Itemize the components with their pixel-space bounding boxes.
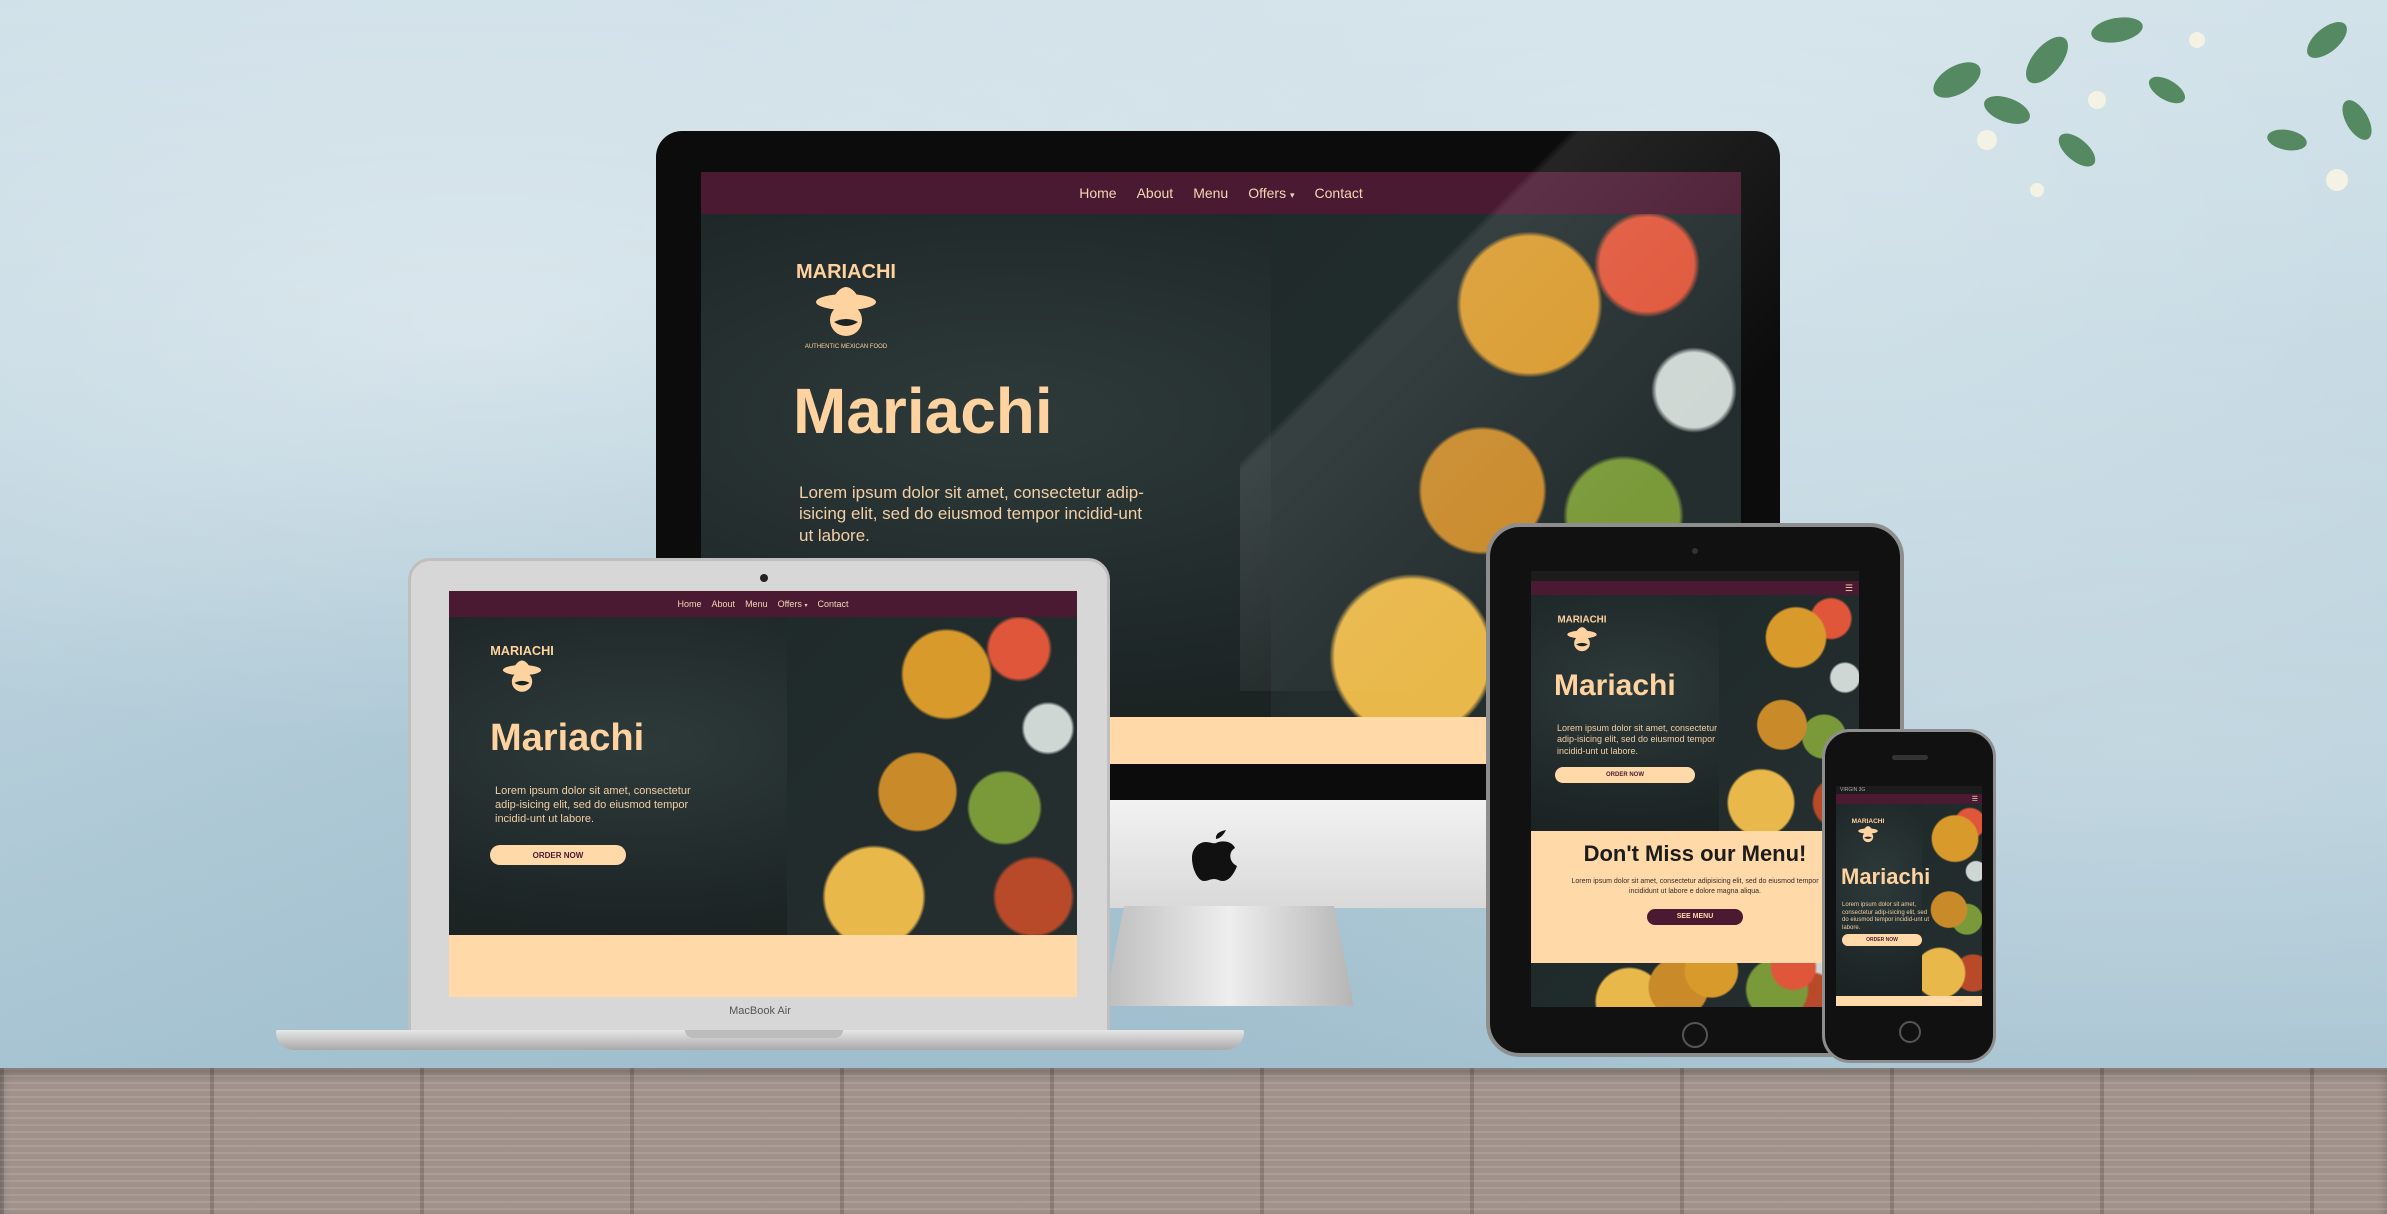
home-button-icon[interactable] (1682, 1022, 1708, 1048)
main-nav: Home About Menu Offers ▾ Contact (449, 591, 1077, 617)
brand-title: Mariachi (793, 375, 1053, 447)
order-now-button[interactable]: ORDER NOW (1555, 767, 1695, 783)
nav-contact[interactable]: Contact (817, 599, 848, 609)
hero-lede: Lorem ipsum dolor sit amet, consectetur … (495, 785, 691, 825)
laptop-label: MacBook Air (729, 1005, 791, 1017)
status-bar: VIRGIN 3G (1836, 786, 1982, 794)
nav-menu[interactable]: Menu (1193, 185, 1228, 201)
status-bar (1531, 571, 1859, 581)
phone-screen: VIRGIN 3G ☰ MARIACHI Mariachi Lorem ipsu… (1836, 786, 1982, 1006)
nav-offers[interactable]: Offers ▾ (778, 599, 808, 609)
hero-lede: Lorem ipsum dolor sit amet, consectetur … (1557, 723, 1718, 756)
imac-stand (1104, 906, 1354, 1006)
hero-section: MARIACHI Mariachi Lorem ipsum dolor sit … (449, 617, 1077, 935)
chevron-down-icon: ▾ (1289, 190, 1295, 200)
offer-section: Don't Miss our Menu! Lorem ipsum dolor s… (1531, 831, 1859, 963)
mariachi-logo: MARIACHI AUTHENTIC MEXICAN FOOD (796, 261, 896, 350)
order-now-button[interactable]: ORDER NOW (490, 845, 626, 865)
see-menu-button[interactable]: SEE MENU (1647, 908, 1743, 925)
svg-text:MARIACHI: MARIACHI (1558, 615, 1607, 626)
food-image (1922, 804, 1982, 996)
svg-text:MARIACHI: MARIACHI (490, 643, 554, 658)
mariachi-logo: MARIACHI (490, 643, 554, 692)
apple-icon (1192, 830, 1237, 881)
mariachi-logo: MARIACHI (1558, 615, 1607, 652)
main-nav: Home About Menu Offers ▾ Contact (701, 172, 1741, 214)
offer-title: Don't Miss our Menu! (1583, 841, 1807, 866)
food-image (787, 617, 1077, 935)
brand-title: Mariachi (490, 717, 645, 759)
hero-lede: Lorem ipsum dolor sit amet, consectetur … (799, 483, 1144, 545)
laptop-screen: Home About Menu Offers ▾ Contact MARIACH… (449, 591, 1077, 997)
nav-contact[interactable]: Contact (1315, 185, 1363, 201)
svg-text:MARIACHI: MARIACHI (1852, 818, 1885, 825)
tablet-screen: ☰ MARIACHI Mariachi Lorem ipsum dolor si… (1531, 571, 1859, 1007)
mobile-nav: ☰ (1531, 581, 1859, 595)
logo-text: MARIACHI (796, 261, 896, 283)
speaker-icon (1892, 755, 1928, 760)
leaves-decoration (1933, 17, 2372, 197)
nav-home[interactable]: Home (678, 599, 702, 609)
food-strip (1531, 963, 1859, 1007)
brand-title: Mariachi (1841, 864, 1931, 889)
mobile-nav: ☰ (1836, 794, 1982, 804)
nav-menu[interactable]: Menu (745, 599, 768, 609)
offer-text: Lorem ipsum dolor sit amet, consectetur … (1571, 878, 1819, 895)
mariachi-logo: MARIACHI (1852, 818, 1885, 843)
nav-about[interactable]: About (712, 599, 736, 609)
camera-icon (760, 574, 768, 582)
hero-section: MARIACHI Mariachi Lorem ipsum dolor sit … (1531, 595, 1859, 831)
home-button-icon[interactable] (1899, 1021, 1921, 1043)
brand-title: Mariachi (1554, 669, 1676, 702)
nav-home[interactable]: Home (1079, 185, 1116, 201)
menu-icon[interactable]: ☰ (1845, 583, 1853, 594)
hero-lede: Lorem ipsum dolor sit amet, consectetur … (1842, 902, 1930, 931)
camera-icon (1692, 548, 1698, 554)
carrier-text: VIRGIN 3G (1840, 787, 1866, 793)
order-now-button[interactable]: ORDER NOW (1842, 934, 1922, 946)
chevron-down-icon: ▾ (804, 603, 808, 609)
svg-text:AUTHENTIC MEXICAN FOOD: AUTHENTIC MEXICAN FOOD (805, 344, 888, 350)
menu-icon[interactable]: ☰ (1972, 795, 1978, 803)
hero-section: MARIACHI Mariachi Lorem ipsum dolor sit … (1836, 804, 1982, 996)
nav-about[interactable]: About (1137, 185, 1174, 201)
nav-offers[interactable]: Offers ▾ (1248, 185, 1294, 201)
